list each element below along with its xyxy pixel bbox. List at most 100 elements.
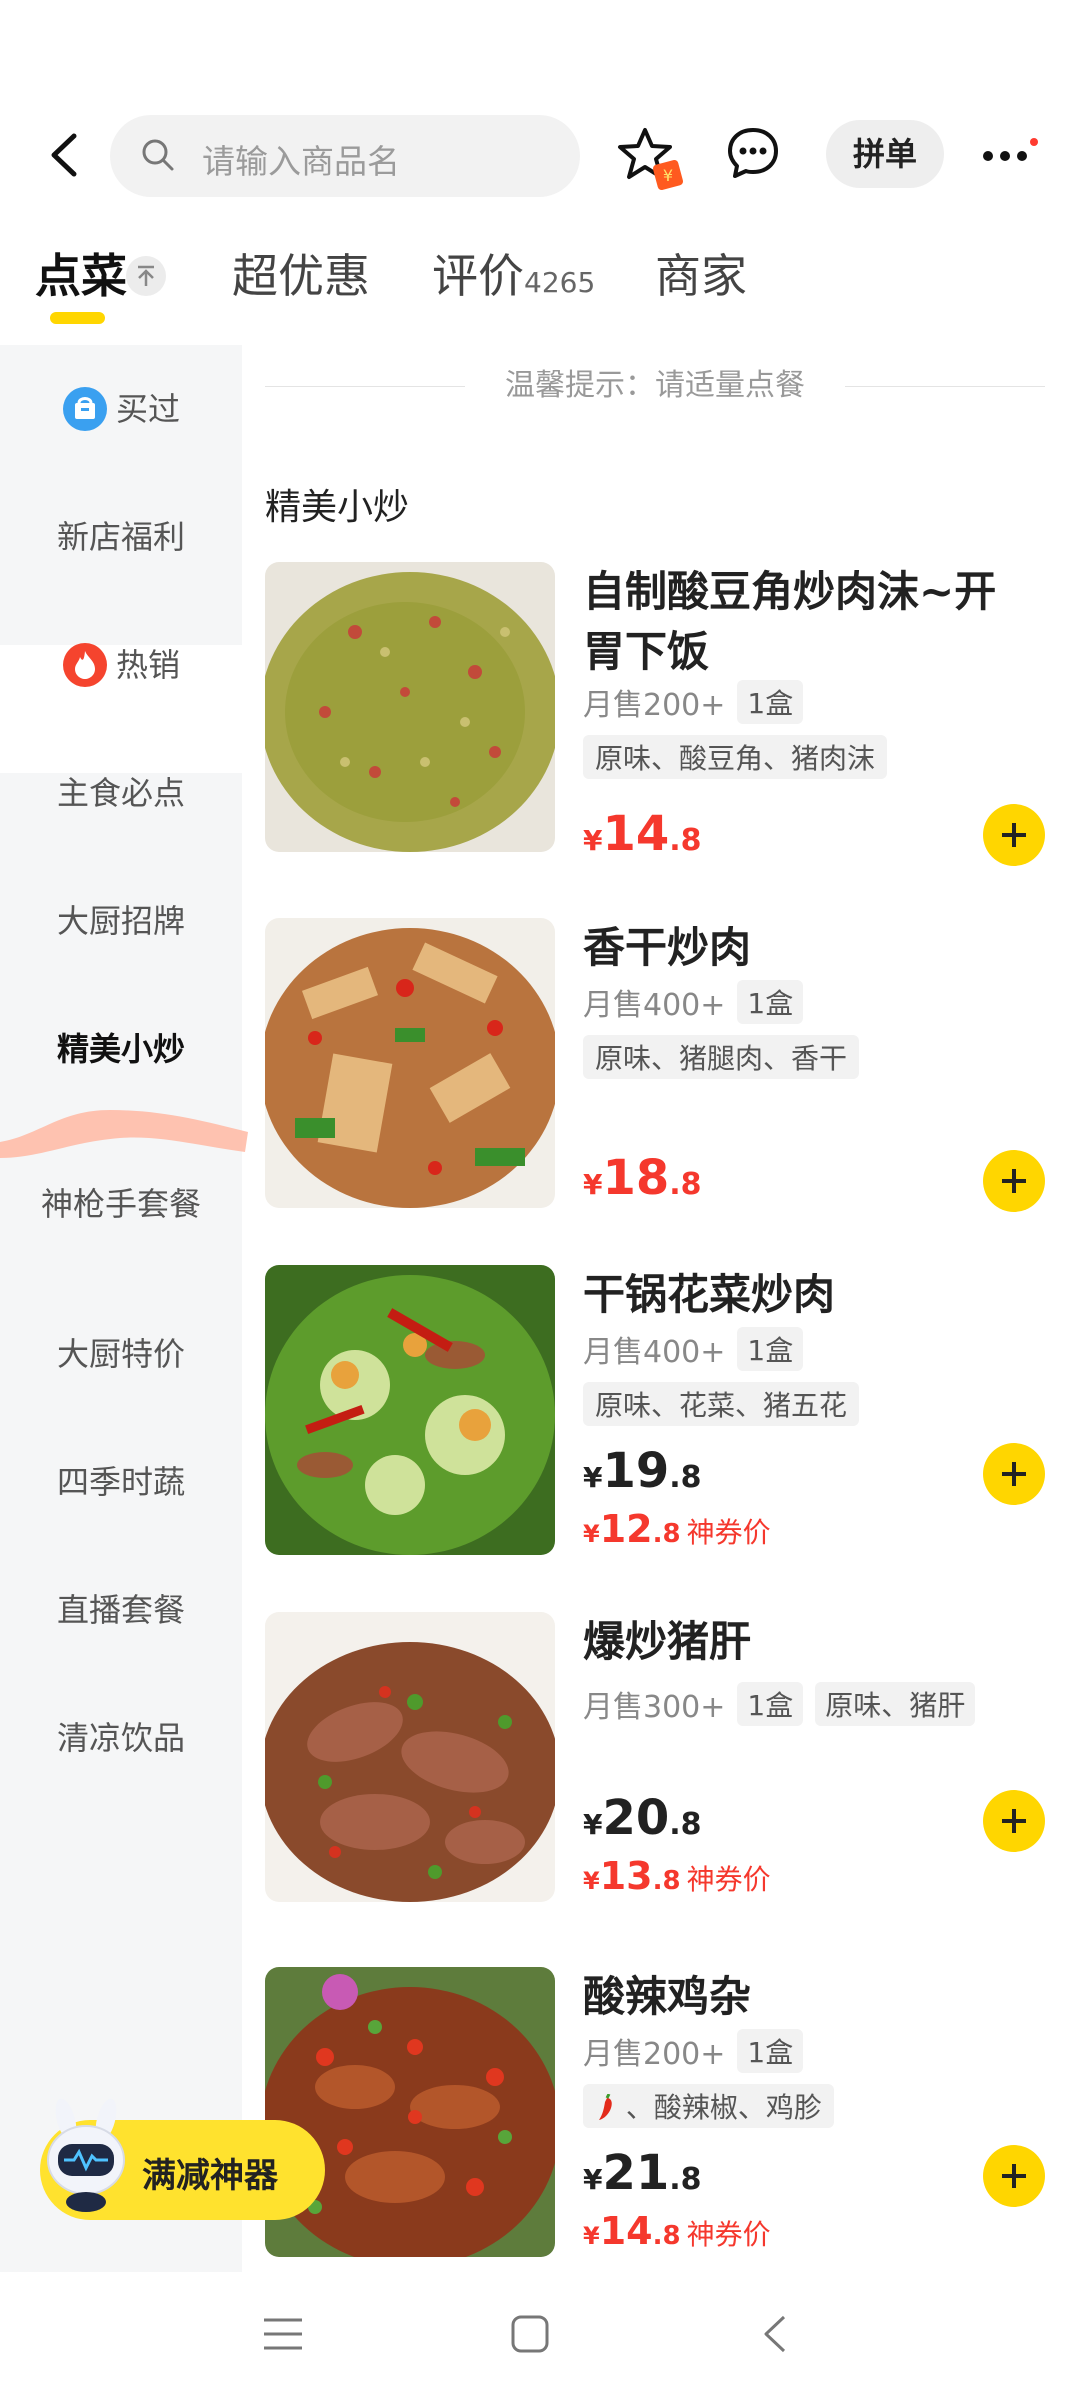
price-decimal: .8 (669, 1807, 702, 1842)
coupon-price: ¥14.8 神券价 (583, 2209, 771, 2253)
dish-tags: 原味、猪腿肉、香干 (583, 1035, 860, 1079)
portion-badge: 1盒 (737, 1327, 804, 1371)
promo-label: 满减神器 (142, 2156, 278, 2196)
sales-row: 月售400+ 1盒 (583, 1327, 804, 1371)
tab-merchant[interactable]: 商家 (655, 240, 747, 306)
add-to-cart-button[interactable] (983, 1790, 1045, 1852)
top-bar: 请输入商品名 ¥ 拼单 (0, 110, 1080, 200)
dish-tags-text: 、酸辣椒、鸡胗 (625, 2091, 822, 2124)
collapse-up-icon[interactable] (126, 256, 166, 296)
more-icon[interactable] (980, 138, 1040, 168)
tab-order[interactable]: 点菜 (35, 240, 127, 306)
sidebar-item-label: 大厨招牌 (56, 902, 185, 940)
discount-helper-button[interactable]: 满减神器 (40, 2098, 325, 2220)
coupon-price-integer: 14 (599, 2209, 653, 2253)
dish-tags: 、酸辣椒、鸡胗 (583, 2084, 834, 2128)
coupon-price-integer: 12 (599, 1507, 653, 1551)
system-nav-bar (0, 2272, 1080, 2400)
tab-merchant-label: 商家 (655, 249, 747, 303)
sidebar-item-label: 主食必点 (56, 774, 185, 812)
tab-discounts-label: 超优惠 (232, 249, 370, 303)
sidebar-item-label: 直播套餐 (56, 1591, 185, 1629)
sidebar-item-chef-special[interactable]: 大厨特价 (0, 1290, 242, 1418)
price-integer: 21 (602, 2145, 670, 2201)
price-integer: 19 (602, 1443, 670, 1499)
price: ¥14.8 (583, 806, 702, 862)
sidebar-item-staples[interactable]: 主食必点 (0, 729, 242, 857)
dish-name: 爆炒猪肝 (583, 1617, 752, 1666)
sidebar-item-new-store[interactable]: 新店福利 (0, 473, 242, 601)
sidebar-item-label: 大厨特价 (56, 1335, 185, 1373)
sidebar-item-vegetables[interactable]: 四季时蔬 (0, 1418, 242, 1546)
portion-badge: 1盒 (737, 2029, 804, 2073)
dish-photo (265, 1265, 555, 1555)
dish-tags: 原味、花菜、猪五花 (583, 1382, 860, 1426)
price-decimal: .8 (669, 823, 702, 858)
portion-badge: 1盒 (737, 1682, 804, 1726)
price-decimal: .8 (669, 2162, 702, 2197)
add-to-cart-button[interactable] (983, 804, 1045, 866)
add-to-cart-button[interactable] (983, 1150, 1045, 1212)
price-decimal: .8 (669, 1460, 702, 1495)
price: ¥21.8 (583, 2145, 702, 2201)
tab-reviews-label: 评价 (432, 249, 524, 303)
monthly-sales: 月售200+ (583, 2037, 726, 2072)
dish-tags: 原味、酸豆角、猪肉沫 (583, 735, 888, 779)
monthly-sales: 月售400+ (583, 988, 726, 1023)
coupon-price-integer: 13 (599, 1854, 653, 1898)
chat-icon[interactable] (726, 126, 780, 180)
tip-banner: 温馨提示：请适量点餐 (265, 360, 1045, 410)
dish-name: 干锅花菜炒肉 (583, 1270, 836, 1319)
home-icon[interactable] (510, 2314, 550, 2354)
tip-text: 温馨提示：请适量点餐 (505, 368, 805, 403)
dish-photo (265, 1967, 555, 2257)
sales-row: 月售400+ 1盒 (583, 980, 804, 1024)
currency-symbol: ¥ (583, 1867, 600, 1895)
tab-discounts[interactable]: 超优惠 (232, 240, 370, 306)
search-input[interactable]: 请输入商品名 (110, 115, 580, 197)
dish-name: 自制酸豆角炒肉沫~开胃下饭 (583, 567, 997, 676)
sidebar-item-drinks[interactable]: 清凉饮品 (0, 1674, 242, 1802)
price: ¥18.8 (583, 1150, 702, 1206)
price: ¥20.8 (583, 1790, 702, 1846)
tab-reviews[interactable]: 评价4265 (432, 240, 595, 306)
back-arrow-icon[interactable] (40, 130, 90, 180)
tab-bar: 点菜 超优惠 评价4265 商家 (0, 240, 1080, 340)
nav-back-icon[interactable] (760, 2314, 790, 2354)
monthly-sales: 月售300+ (583, 1690, 726, 1725)
menu-icon[interactable] (262, 2314, 304, 2354)
sidebar-item-label: 新店福利 (56, 518, 185, 556)
coupon-label: 神券价 (686, 1516, 771, 1549)
group-order-button[interactable]: 拼单 (826, 120, 944, 188)
dish-photo (265, 1612, 555, 1902)
currency-symbol: ¥ (583, 1808, 603, 1841)
coupon-price: ¥12.8 神券价 (583, 1507, 771, 1551)
sales-row: 月售200+ 1盒 (583, 2029, 804, 2073)
coupon-label: 神券价 (686, 2218, 771, 2251)
coupon-price: ¥13.8 神券价 (583, 1854, 771, 1898)
robot-mascot-icon (47, 2098, 125, 2212)
sidebar-item-chef-signature[interactable]: 大厨招牌 (0, 857, 242, 985)
search-placeholder: 请输入商品名 (202, 142, 400, 181)
sidebar-item-bought[interactable]: 买过 (0, 345, 242, 473)
tab-order-label: 点菜 (35, 249, 127, 303)
section-title: 精美小炒 (265, 487, 410, 528)
add-to-cart-button[interactable] (983, 2145, 1045, 2207)
favorite-star-icon[interactable]: ¥ (615, 124, 687, 196)
sidebar-item-label: 精美小炒 (56, 1030, 185, 1068)
currency-symbol: ¥ (583, 1520, 600, 1548)
sidebar-item-live-set[interactable]: 直播套餐 (0, 1546, 242, 1674)
price: ¥19.8 (583, 1443, 702, 1499)
svg-text:¥: ¥ (663, 166, 673, 185)
price-integer: 14 (602, 806, 670, 862)
add-to-cart-button[interactable] (983, 1443, 1045, 1505)
price-integer: 18 (602, 1150, 670, 1206)
sidebar-item-label: 四季时蔬 (56, 1463, 185, 1501)
sidebar-item-hot[interactable]: 热销 (0, 601, 242, 729)
flame-icon (62, 643, 107, 687)
sidebar-item-label: 神枪手套餐 (40, 1185, 201, 1223)
price-decimal: .8 (669, 1167, 702, 1202)
sidebar-item-sharpshooter-set[interactable]: 神枪手套餐 (0, 1140, 242, 1268)
price-integer: 20 (602, 1790, 670, 1846)
coupon-price-decimal: .8 (652, 1866, 681, 1896)
